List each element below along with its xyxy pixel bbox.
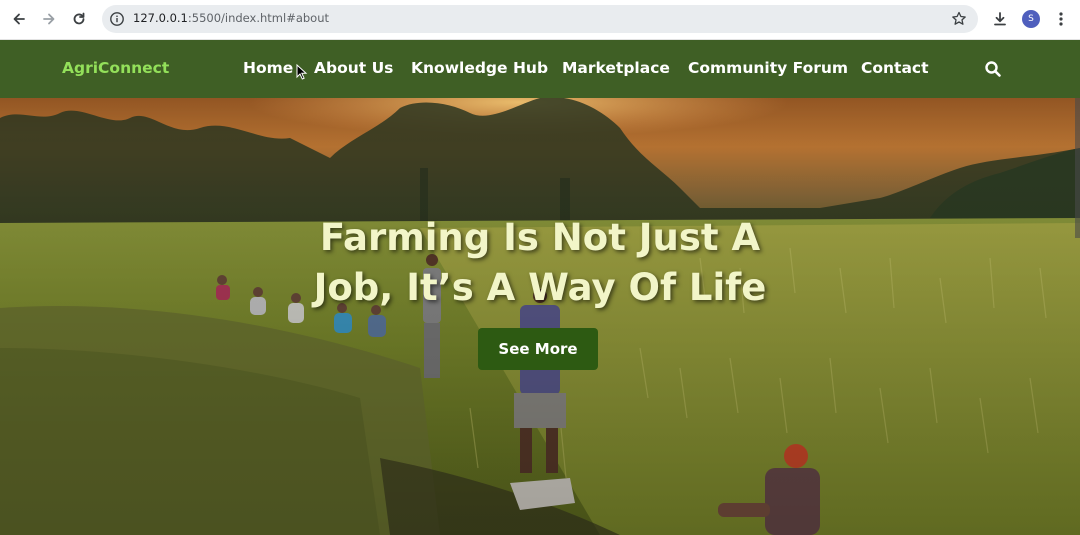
url-text[interactable]: 127.0.0.1:5500/index.html#about [133,11,329,25]
site-navbar: AgriConnect Home About Us Knowledge Hub … [0,40,1080,98]
see-more-button[interactable]: See More [478,328,598,370]
page-scrollbar[interactable] [1075,98,1080,238]
nav-community-forum[interactable]: Community Forum [688,59,848,77]
back-icon[interactable] [8,8,30,30]
mouse-cursor-icon [296,63,308,80]
site-info-icon[interactable] [109,11,125,27]
nav-about-us[interactable]: About Us [314,59,393,77]
reload-icon[interactable] [68,8,90,30]
nav-marketplace[interactable]: Marketplace [562,59,670,77]
more-vert-icon[interactable] [1050,8,1072,30]
download-icon[interactable] [989,8,1011,30]
hero-title-line-2: Job, It’s A Way Of Life [313,266,767,309]
browser-toolbar: 127.0.0.1:5500/index.html#about S [0,0,1080,40]
hero-section: Farming Is Not Just A Job, It’s A Way Of… [0,98,1080,535]
forward-icon[interactable] [38,8,60,30]
bookmark-star-icon[interactable] [950,10,968,28]
url-path: :5500/index.html#about [187,11,330,25]
search-icon[interactable] [984,60,1002,78]
avatar: S [1022,10,1040,28]
profile-avatar[interactable]: S [1020,8,1042,30]
hero-title: Farming Is Not Just A Job, It’s A Way Of… [240,213,840,313]
hero-background-image [0,98,1080,535]
address-bar[interactable]: 127.0.0.1:5500/index.html#about [102,5,978,33]
nav-knowledge-hub[interactable]: Knowledge Hub [411,59,548,77]
hero-title-line-1: Farming Is Not Just A [319,216,761,259]
url-host: 127.0.0.1 [133,11,188,25]
site-logo[interactable]: AgriConnect [62,59,169,77]
nav-home[interactable]: Home [243,59,293,77]
nav-contact[interactable]: Contact [861,59,929,77]
